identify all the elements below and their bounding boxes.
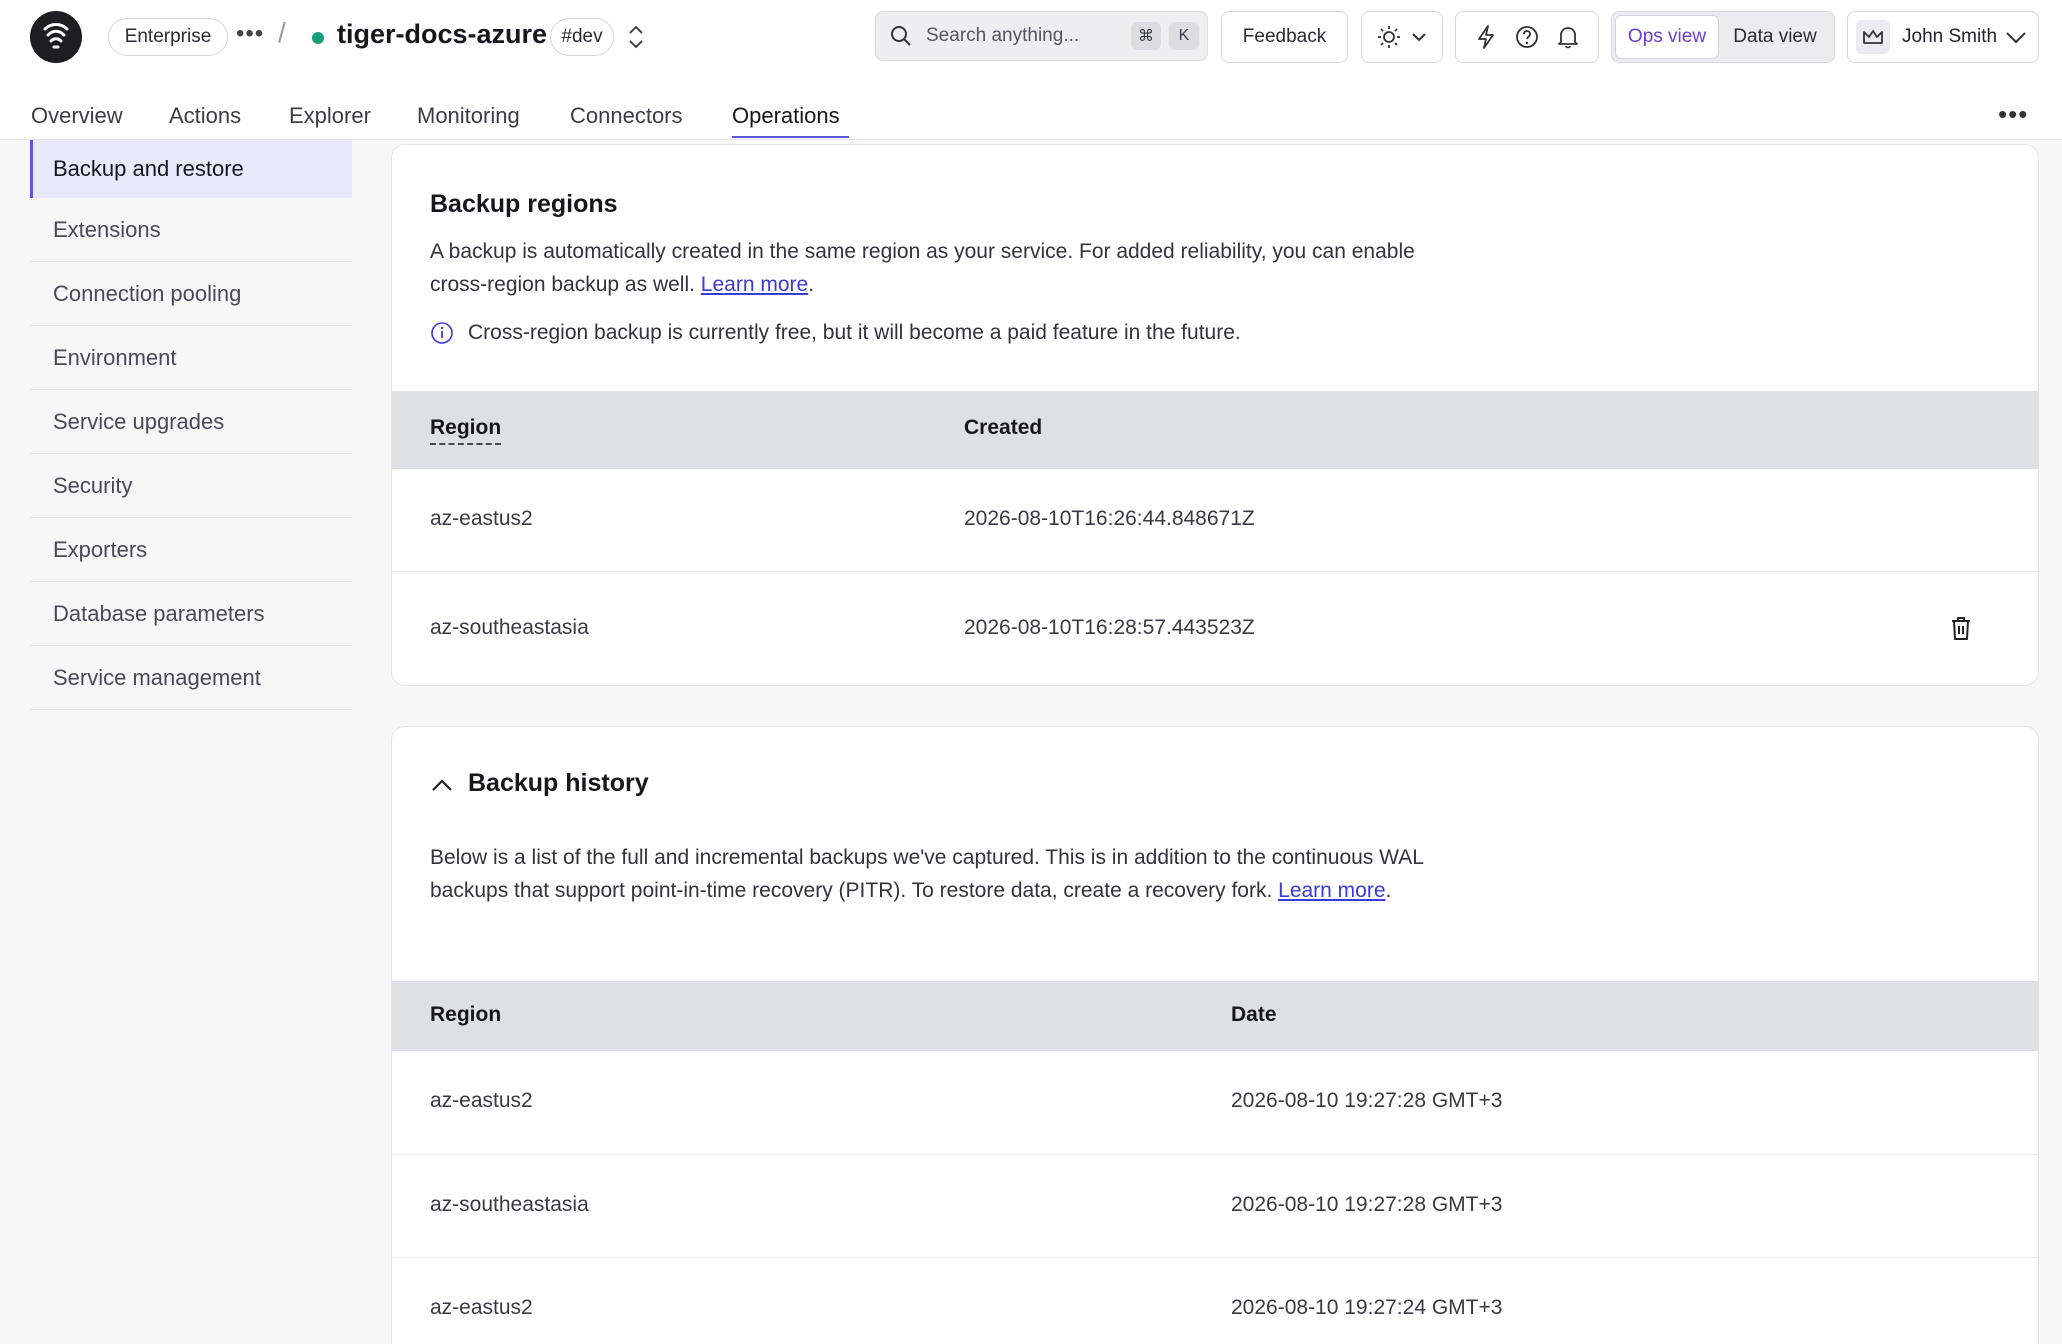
date-cell: 2026-08-10 19:27:28 GMT+3 [1231,1193,1503,1216]
backup-history-card: Backup history Below is a list of the fu… [391,726,2039,1344]
view-toggle: Ops view Data view [1611,11,1835,63]
table-row: az-southeastasia 2026-08-10T16:28:57.443… [392,572,2038,685]
shortcut-mod-key: ⌘ [1131,22,1161,50]
user-menu-button[interactable]: John Smith [1847,11,2039,63]
operations-sidebar: Backup and restore Extensions Connection… [30,140,352,710]
tab-operations[interactable]: Operations [732,103,840,129]
breadcrumb-separator: / [278,17,286,48]
active-tab-indicator [732,136,849,138]
sidebar-item-database-parameters[interactable]: Database parameters [30,582,352,646]
date-cell: 2026-08-10 19:27:24 GMT+3 [1231,1296,1503,1319]
data-view-button[interactable]: Data view [1719,15,1831,59]
info-icon [431,322,453,344]
chevron-up-icon[interactable] [430,775,454,795]
crown-icon [1856,20,1890,54]
tab-overview[interactable]: Overview [31,103,123,129]
created-cell: 2026-08-10T16:28:57.443523Z [964,616,1255,639]
sidebar-item-service-upgrades[interactable]: Service upgrades [30,390,352,454]
shortcut-k-key: K [1169,22,1199,50]
main-tabs: Overview Actions Explorer Monitoring Con… [0,95,2062,140]
chevron-down-icon [2006,32,2026,44]
quick-actions-group [1455,11,1599,63]
backup-regions-table-header: Region Created [392,391,2038,469]
backup-history-description: Below is a list of the full and incremen… [430,846,1424,902]
region-cell: az-southeastasia [430,616,589,639]
cross-region-info: Cross-region backup is currently free, b… [430,321,1241,345]
table-row: az-eastus2 2026-08-10 19:27:28 GMT+3 [392,1051,2038,1155]
lightning-icon[interactable] [1474,24,1498,50]
region-cell: az-eastus2 [430,1089,533,1112]
sidebar-item-security[interactable]: Security [30,454,352,518]
created-cell: 2026-08-10T16:26:44.848671Z [964,507,1255,530]
top-bar: Enterprise ••• / tiger-docs-azure #dev S… [0,0,2062,140]
tab-connectors[interactable]: Connectors [570,103,683,129]
sidebar-item-service-management[interactable]: Service management [30,646,352,710]
region-cell: az-eastus2 [430,507,533,530]
backup-history-table-header: Region Date [392,981,2038,1051]
chevron-up-down-icon[interactable] [624,22,648,57]
env-badge: #dev [550,18,614,56]
backup-history-title[interactable]: Backup history [468,769,649,798]
created-column-header: Created [964,416,1043,439]
help-icon[interactable] [1514,24,1540,50]
chevron-down-icon [1412,33,1426,42]
trash-icon[interactable] [1948,614,1974,642]
theme-toggle-button[interactable] [1361,11,1443,63]
date-cell: 2026-08-10 19:27:28 GMT+3 [1231,1089,1503,1112]
tab-actions[interactable]: Actions [169,103,241,129]
service-name[interactable]: tiger-docs-azure [337,19,547,50]
backup-regions-card: Backup regions A backup is automatically… [391,144,2039,686]
table-row: az-eastus2 2026-08-10T16:26:44.848671Z [392,469,2038,572]
tiger-logo-icon[interactable] [30,11,82,63]
sun-icon [1378,26,1400,48]
search-input[interactable]: Search anything... ⌘ K [875,11,1208,61]
sidebar-item-backup-and-restore[interactable]: Backup and restore [30,140,352,198]
sidebar-item-exporters[interactable]: Exporters [30,518,352,582]
region-cell: az-southeastasia [430,1193,589,1216]
sidebar-item-extensions[interactable]: Extensions [30,198,352,262]
region-cell: az-eastus2 [430,1296,533,1319]
org-badge[interactable]: Enterprise [108,18,228,56]
user-name: John Smith [1902,26,1998,47]
tab-explorer[interactable]: Explorer [289,103,371,129]
backup-history-learn-more-link[interactable]: Learn more [1278,879,1385,902]
feedback-button[interactable]: Feedback [1221,11,1348,63]
backup-regions-description: A backup is automatically created in the… [430,240,1415,296]
tab-monitoring[interactable]: Monitoring [417,103,520,129]
bell-icon[interactable] [1556,24,1580,50]
region-column-header[interactable]: Region [430,416,502,445]
service-status-indicator [312,32,324,44]
more-options-icon[interactable]: ••• [1998,99,2028,130]
ops-view-button[interactable]: Ops view [1615,15,1719,59]
sidebar-item-connection-pooling[interactable]: Connection pooling [30,262,352,326]
sidebar-item-environment[interactable]: Environment [30,326,352,390]
backup-regions-title: Backup regions [430,190,618,218]
search-placeholder: Search anything... [926,25,1080,46]
region-column-header: Region [430,1003,502,1026]
search-icon [891,26,911,46]
more-orgs-icon[interactable]: ••• [236,20,264,48]
table-row: az-eastus2 2026-08-10 19:27:24 GMT+3 [392,1258,2038,1344]
backup-regions-learn-more-link[interactable]: Learn more [701,273,808,296]
date-column-header: Date [1231,1003,1277,1026]
table-row: az-southeastasia 2026-08-10 19:27:28 GMT… [392,1155,2038,1258]
